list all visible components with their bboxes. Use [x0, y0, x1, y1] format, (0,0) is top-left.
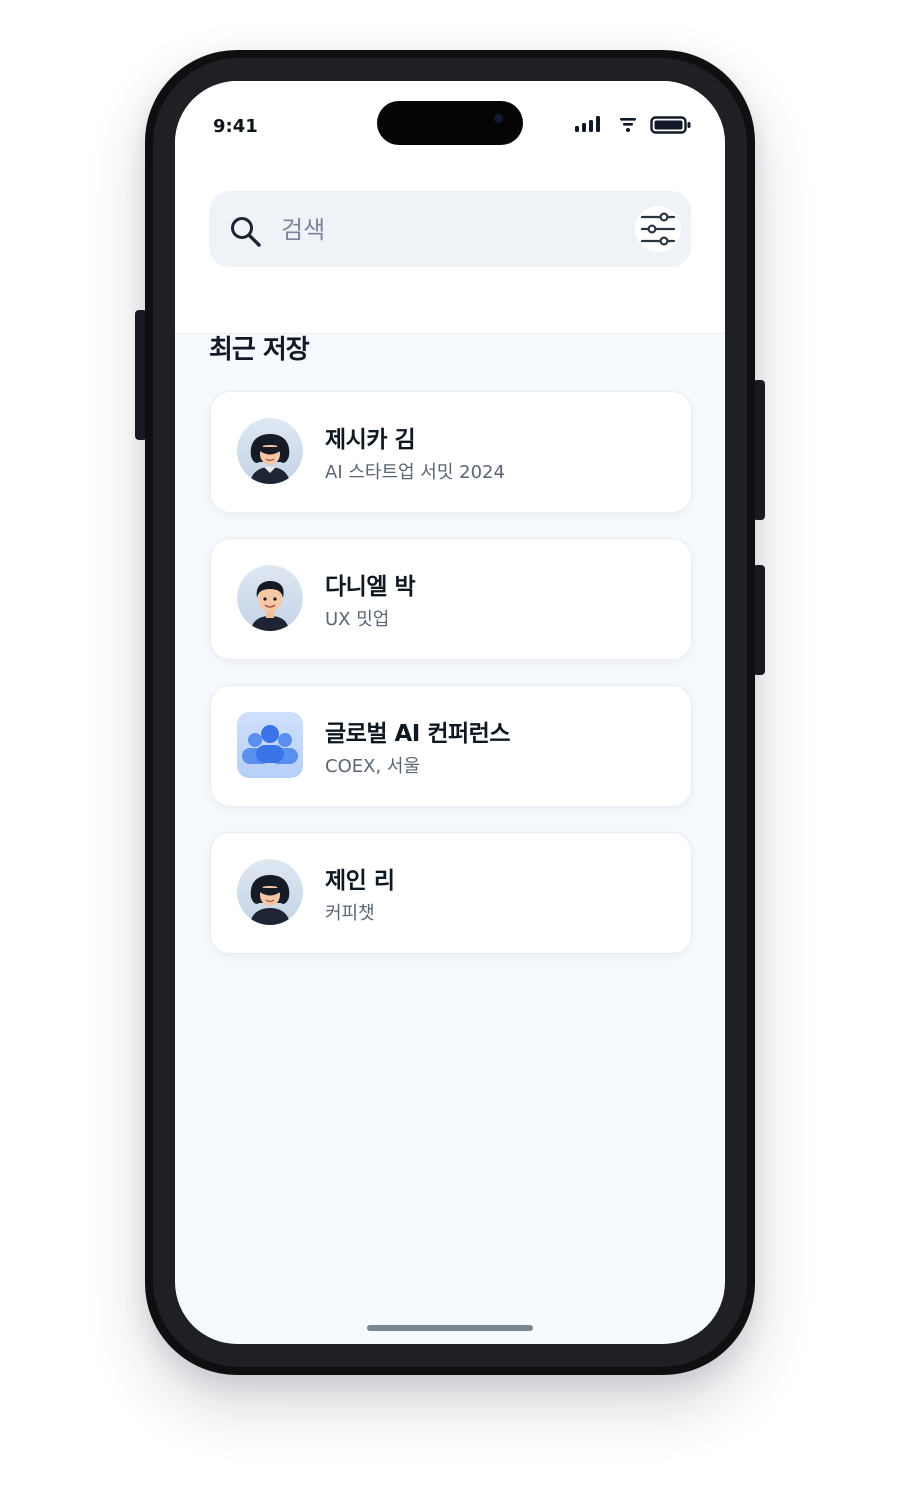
- sliders-icon: [640, 212, 676, 246]
- dynamic-island: [377, 101, 523, 145]
- contact-subtitle: 커피챗: [325, 903, 375, 924]
- contact-card[interactable]: 다니엘 박 UX 밋업: [210, 538, 692, 660]
- wifi-icon: [620, 118, 636, 132]
- status-icons: [573, 114, 693, 140]
- phone-screen: 9:41 검색 최근 저장 제시카 김 AI 스타트업 서밋 2024 다니엘 …: [175, 81, 725, 1344]
- event-location: COEX, 서울: [325, 756, 421, 777]
- group-icon: [237, 712, 303, 778]
- contact-card[interactable]: 제인 리 커피챗: [210, 832, 692, 954]
- woman-avatar: [237, 859, 303, 925]
- search-bar[interactable]: [209, 191, 691, 267]
- home-indicator[interactable]: [367, 1325, 533, 1331]
- contact-subtitle: UX 밋업: [325, 609, 390, 630]
- header-area: 9:41: [175, 81, 725, 334]
- man-avatar: [237, 565, 303, 631]
- search-icon: [231, 217, 261, 247]
- battery-icon: [650, 116, 691, 134]
- section-title: 최근 저장: [209, 335, 310, 365]
- contact-card[interactable]: 제시카 김 AI 스타트업 서밋 2024: [210, 391, 692, 513]
- contact-name: 제시카 김: [325, 427, 416, 453]
- woman-avatar: [237, 418, 303, 484]
- event-card[interactable]: 글로벌 AI 컨퍼런스 COEX, 서울: [210, 685, 692, 807]
- event-name: 글로벌 AI 컨퍼런스: [325, 721, 511, 747]
- contact-name: 제인 리: [325, 868, 395, 894]
- status-time: 9:41: [213, 116, 258, 137]
- camera-dot: [494, 114, 503, 123]
- filter-button[interactable]: [635, 206, 681, 252]
- contact-name: 다니엘 박: [325, 574, 416, 600]
- cellular-signal-icon: [575, 116, 600, 132]
- contact-subtitle: AI 스타트업 서밋 2024: [325, 462, 505, 483]
- search-input[interactable]: [279, 209, 613, 251]
- phone-frame: 9:41 검색 최근 저장 제시카 김 AI 스타트업 서밋 2024 다니엘 …: [145, 50, 755, 1375]
